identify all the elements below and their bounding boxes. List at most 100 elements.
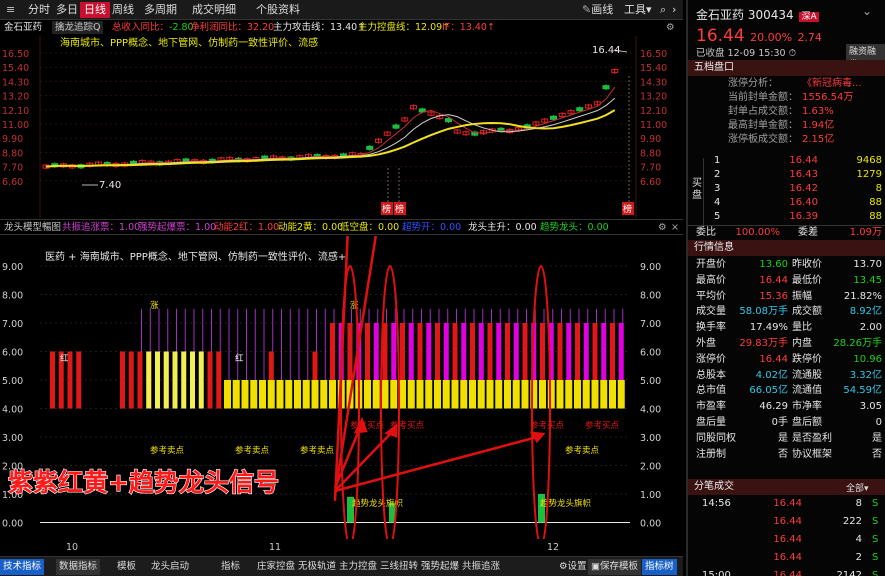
menu-icon[interactable]: ≡	[2, 2, 24, 18]
ticks-all-button[interactable]: 全部▾	[846, 481, 869, 494]
settings-button[interactable]: ⚙设置	[556, 559, 590, 575]
signal-indicator-chart[interactable]: 医药 + 海南城市、PPP概念、地下管网、仿制药一致性评价、流感+ 9.00 9.…	[0, 236, 683, 539]
tab-fenshi[interactable]: 分时	[24, 2, 54, 18]
tab-gongzhen[interactable]: 共振追涨	[459, 559, 503, 575]
mid-item: 趋势龙头：0.00	[540, 222, 609, 233]
magenta-red-bar	[487, 323, 493, 380]
tab-tech-indicator[interactable]: 技术指标	[0, 559, 45, 575]
yellow-block	[259, 380, 266, 409]
svg-text:榜: 榜	[382, 203, 391, 215]
magenta-red-bar	[496, 323, 502, 380]
indicator-info-line: 金石亚药 擒龙追踪Q 总收入同比：-2.80 净利润同比：32.20 主力攻击线…	[0, 20, 683, 35]
yellow-block	[600, 380, 608, 409]
chevron-down-icon[interactable]: ⌄	[862, 4, 872, 18]
x-axis-label: 10	[66, 542, 79, 553]
tick-row: 16.44 4 S	[773, 534, 879, 545]
bid-row[interactable]: 3 16.42 8	[688, 182, 885, 196]
yellow-block	[504, 380, 511, 409]
mid-item: 强势起爆票：1.00	[138, 222, 217, 233]
yellow-block	[320, 380, 328, 409]
red-bar	[216, 351, 222, 409]
mid-item: 龙头主升：0.00	[468, 222, 537, 233]
tab-data-indicator[interactable]: 数据指标	[56, 559, 101, 575]
close-icon[interactable]: ×	[671, 220, 679, 236]
magenta-red-bar	[478, 323, 484, 380]
tab-zhibiao[interactable]: 指标	[218, 559, 243, 575]
model-indicator-bar: 龙头模型暢图 共振追涨票：1.00 强势起爆票：1.00 动能2红：1.00 动…	[0, 219, 683, 235]
yellow-block	[565, 380, 573, 409]
yellow-block	[451, 380, 459, 409]
tools-button[interactable]: 工具▾	[620, 2, 656, 18]
quote-info-row: 总市值 66.05亿 流通值 54.59亿	[696, 385, 882, 397]
yellow-block	[372, 380, 380, 409]
tab-zhuangjia[interactable]: 庄家控盘	[254, 559, 298, 575]
price-tick-right: 14.30	[640, 77, 667, 88]
mid-item: 共振追涨票：1.00	[62, 222, 141, 233]
draw-line-button[interactable]: ✎画线	[578, 2, 617, 18]
stock-code: 300434	[747, 8, 794, 22]
tab-duori[interactable]: 多日	[52, 2, 82, 18]
price-tick-right: 15.40	[640, 63, 667, 74]
tab-longtou[interactable]: 龙头启动	[148, 559, 192, 575]
tick-row: 16.44 2 S	[773, 552, 879, 563]
quote-info-row: 市盈率 46.29 市净率 3.05	[696, 401, 882, 413]
bid-row[interactable]: 5 16.39 88	[688, 210, 885, 224]
rank-badge[interactable]: 榜	[381, 202, 393, 215]
rank-badge[interactable]: 榜	[394, 202, 406, 215]
tab-wuji[interactable]: 无极轨道	[295, 559, 339, 575]
bid-row[interactable]: 1 16.44 9468	[688, 154, 885, 168]
signal-tick-left: 4.00	[2, 405, 23, 416]
magenta-red-bar	[435, 323, 440, 380]
price-tick-right: 7.70	[640, 163, 661, 174]
tab-zhuli[interactable]: 主力控盘	[336, 559, 380, 575]
candlestick-chart[interactable]: 海南城市、PPP概念、地下管网、仿制药一致性评价、流感 16.50 16.50 15…	[0, 36, 683, 218]
info-item: 净利润同比：32.20	[190, 22, 275, 33]
weibi-row: 委比 100.00% 委差 1.09万	[688, 225, 885, 239]
limit-analysis-row: 当前封单金额： 1556.54万	[728, 92, 854, 103]
price-tick-right: 8.80	[640, 148, 661, 159]
settings-gear-icon[interactable]: ⚙	[658, 220, 667, 236]
ref-sell-label: 参考卖点	[235, 445, 270, 456]
red-bar	[50, 351, 55, 409]
yellow-block	[285, 380, 293, 409]
yellow-block	[311, 380, 319, 409]
rank-badge[interactable]: 榜	[622, 202, 634, 215]
yellow-bar	[198, 351, 204, 409]
x-axis-label: 12	[547, 542, 560, 553]
tab-gegu[interactable]: 个股资料	[252, 2, 304, 18]
yellow-block	[477, 380, 485, 409]
indicator-tree-button[interactable]: 指标树	[642, 559, 677, 575]
yellow-block	[460, 380, 468, 409]
indicator-name[interactable]: 擒龙追踪Q	[52, 21, 104, 34]
yellow-block	[609, 380, 616, 409]
gear-icon: ⚙	[559, 561, 568, 572]
price-tick-left: 8.80	[2, 148, 23, 159]
tab-chengjiao[interactable]: 成交明细	[188, 2, 240, 18]
mid-item: 动能2红：1.00	[214, 222, 280, 233]
yellow-block	[381, 380, 389, 409]
save-template-button[interactable]: ▣保存模板	[588, 559, 641, 575]
tab-qiangshi[interactable]: 强势起爆	[418, 559, 462, 575]
yellow-block	[241, 380, 249, 409]
bid-row[interactable]: 2 16.43 1279	[688, 168, 885, 182]
tab-sanxian[interactable]: 三线扭转	[377, 559, 421, 575]
quote-info-row: 外盘 29.83万手 内盘 28.26万手	[696, 338, 882, 349]
tag-red: 红	[60, 353, 69, 364]
signal-tick-right: 1.00	[640, 490, 661, 501]
tag-red: 红	[235, 353, 244, 364]
change-value: 2.74	[797, 31, 822, 44]
signal-tick-left: 8.00	[2, 291, 23, 302]
current-price: 16.44	[696, 26, 745, 46]
tick-row: 14:56 16.44 8 S	[702, 498, 879, 509]
tab-zhouxian[interactable]: 周线	[108, 2, 138, 18]
yellow-block	[407, 380, 415, 409]
model-title: 龙头模型暢图	[4, 222, 62, 233]
x-axis: 10 11 12	[0, 540, 683, 556]
settings-gear-icon[interactable]: ⚙	[666, 20, 675, 35]
scroll-right-icon[interactable]: ›	[668, 2, 680, 18]
tab-template[interactable]: 模板	[114, 559, 139, 575]
price-tick-left: 12.10	[2, 106, 29, 117]
bid-row[interactable]: 4 16.40 88	[688, 196, 885, 210]
tab-rixian[interactable]: 日线	[80, 2, 110, 18]
tab-duozhouqi[interactable]: 多周期	[140, 2, 181, 18]
